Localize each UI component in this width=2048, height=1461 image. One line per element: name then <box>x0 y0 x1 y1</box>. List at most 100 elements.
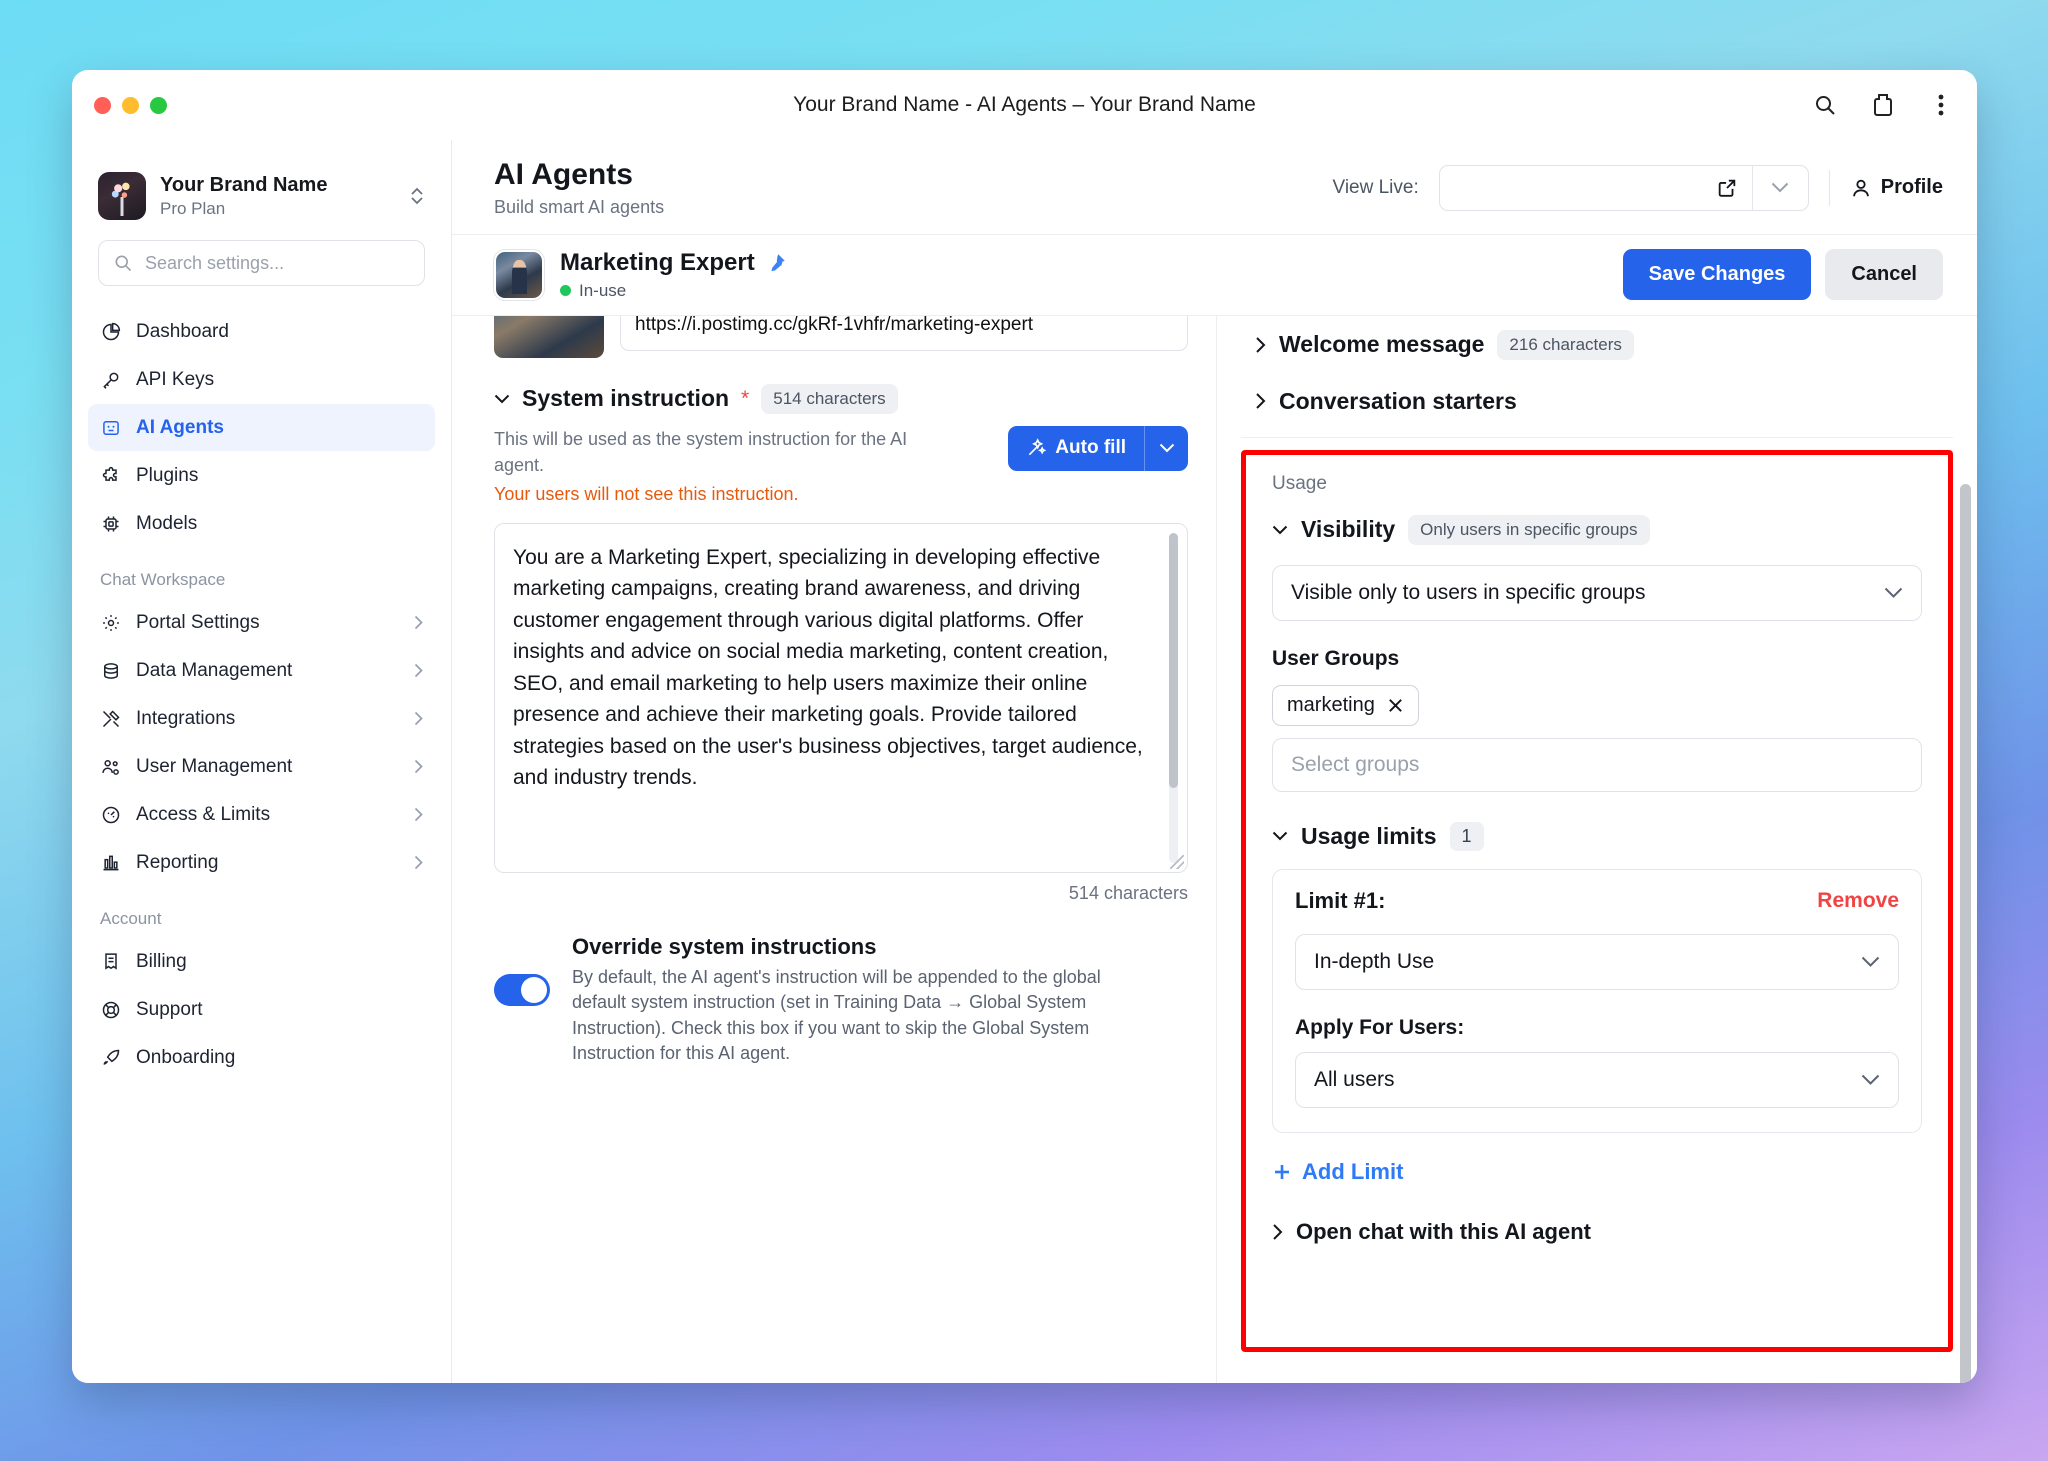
sidebar-item-billing[interactable]: Billing <box>88 938 435 985</box>
sidebar-group-account: Account <box>100 909 162 928</box>
system-instruction-title: System instruction <box>522 385 730 411</box>
users-gear-icon <box>100 756 122 778</box>
maximize-window-button[interactable] <box>150 96 167 114</box>
sidebar: Your Brand Name Pro Plan Search settings… <box>72 140 452 1383</box>
gauge-icon <box>100 804 122 826</box>
sidebar-item-user-management[interactable]: User Management <box>88 743 435 790</box>
agent-image-thumbnail <box>494 315 604 358</box>
add-limit-button[interactable]: Add Limit <box>1272 1159 1922 1185</box>
agent-header: Marketing Expert In-use Save Changes Can… <box>452 235 1977 316</box>
usage-limits-header[interactable]: Usage limits 1 <box>1272 821 1922 851</box>
sidebar-item-plugins[interactable]: Plugins <box>88 452 435 499</box>
chevron-down-icon[interactable] <box>1884 587 1903 599</box>
sidebar-item-label: Support <box>136 998 203 1020</box>
sidebar-item-reporting[interactable]: Reporting <box>88 839 435 886</box>
agent-name: Marketing Expert <box>560 248 755 276</box>
page-scrollbar[interactable] <box>1960 483 1971 1383</box>
system-instruction-header[interactable]: System instruction * 514 characters <box>494 383 1188 414</box>
auto-fill-button[interactable]: Auto fill <box>1008 425 1188 471</box>
limit-label: Limit #1: <box>1295 887 1386 913</box>
open-chat-section[interactable]: Open chat with this AI agent <box>1272 1219 1922 1245</box>
sidebar-item-label: Reporting <box>136 851 219 873</box>
lifebuoy-icon <box>100 999 122 1021</box>
view-live-dropdown-button[interactable] <box>1751 165 1808 210</box>
chevron-right-icon[interactable] <box>1255 336 1266 354</box>
remove-chip-icon[interactable] <box>1387 697 1404 714</box>
more-menu-icon[interactable] <box>1927 91 1955 119</box>
welcome-message-section[interactable]: Welcome message 216 characters <box>1241 316 1953 374</box>
key-icon <box>100 369 122 391</box>
brand-plan: Pro Plan <box>160 198 226 218</box>
page-header: AI Agents Build smart AI agents View Liv… <box>452 140 1977 235</box>
chevron-right-icon[interactable] <box>1255 392 1266 410</box>
sidebar-item-api-keys[interactable]: API Keys <box>88 356 435 403</box>
agent-image-row: https://i.postimg.cc/gkRf-1vhfr/marketin… <box>494 315 1188 358</box>
override-toggle[interactable] <box>494 973 550 1006</box>
sidebar-item-label: Billing <box>136 950 187 972</box>
remove-limit-button[interactable]: Remove <box>1817 889 1899 913</box>
sidebar-item-support[interactable]: Support <box>88 986 435 1033</box>
sidebar-item-models[interactable]: Models <box>88 500 435 547</box>
pin-icon[interactable] <box>765 252 787 274</box>
required-marker: * <box>741 386 750 410</box>
view-live-field[interactable] <box>1438 164 1809 211</box>
conversation-starters-section[interactable]: Conversation starters <box>1241 374 1953 429</box>
chevron-down-icon[interactable] <box>1861 1074 1880 1086</box>
sidebar-item-label: Integrations <box>136 707 236 729</box>
user-icon <box>1850 176 1872 200</box>
system-instruction-warning: Your users will not see this instruction… <box>494 483 799 504</box>
chevron-updown-icon[interactable] <box>409 184 425 208</box>
sidebar-item-integrations[interactable]: Integrations <box>88 695 435 742</box>
search-input[interactable] <box>145 252 410 274</box>
welcome-message-title: Welcome message <box>1279 331 1485 357</box>
sidebar-item-data-management[interactable]: Data Management <box>88 647 435 694</box>
textarea-scrollbar-thumb[interactable] <box>1169 532 1178 788</box>
cancel-button[interactable]: Cancel <box>1825 249 1943 300</box>
visibility-header[interactable]: Visibility Only users in specific groups <box>1272 514 1922 545</box>
minimize-window-button[interactable] <box>122 96 139 114</box>
chevron-right-icon[interactable] <box>1272 1223 1283 1241</box>
user-group-chip[interactable]: marketing <box>1272 684 1419 726</box>
view-live-value[interactable] <box>1440 166 1716 210</box>
profile-button[interactable]: Profile <box>1850 176 1943 200</box>
limit-type-select[interactable]: In-depth Use <box>1295 933 1899 990</box>
gear-icon <box>100 612 122 634</box>
sidebar-item-access-limits[interactable]: Access & Limits <box>88 791 435 838</box>
close-window-button[interactable] <box>94 96 111 114</box>
system-instruction-textarea[interactable]: You are a Marketing Expert, specializing… <box>494 522 1188 873</box>
sidebar-nav: Dashboard API Keys AI Agents Plugins Mod… <box>72 308 451 1081</box>
auto-fill-dropdown-button[interactable] <box>1144 425 1188 471</box>
sidebar-item-label: Data Management <box>136 659 293 681</box>
chevron-down-icon[interactable] <box>1272 525 1288 535</box>
chevron-right-icon <box>414 711 423 726</box>
sidebar-item-onboarding[interactable]: Onboarding <box>88 1034 435 1081</box>
window-controls[interactable] <box>94 96 167 114</box>
page-scrollbar-thumb[interactable] <box>1960 483 1971 1383</box>
usage-limits-count-badge: 1 <box>1449 821 1484 851</box>
chevron-down-icon[interactable] <box>1272 831 1288 841</box>
search-settings-box[interactable] <box>98 240 425 286</box>
title-bar: Your Brand Name - AI Agents – Your Brand… <box>72 70 1977 140</box>
database-icon <box>100 660 122 682</box>
brand-logo <box>98 172 146 220</box>
workspace-switcher[interactable]: Your Brand Name Pro Plan <box>72 164 451 220</box>
textarea-resize-handle[interactable] <box>1170 854 1184 869</box>
textarea-scrollbar[interactable] <box>1169 532 1178 863</box>
save-changes-button[interactable]: Save Changes <box>1622 249 1812 300</box>
sidebar-item-dashboard[interactable]: Dashboard <box>88 308 435 355</box>
user-groups-label: User Groups <box>1272 646 1400 670</box>
chevron-down-icon[interactable] <box>1861 956 1880 968</box>
usage-section-highlighted: Usage Visibility Only users in specific … <box>1241 449 1953 1352</box>
select-groups-input[interactable]: Select groups <box>1272 737 1922 792</box>
chevron-right-icon <box>414 807 423 822</box>
chevron-down-icon[interactable] <box>494 394 510 404</box>
apply-for-users-select[interactable]: All users <box>1295 1051 1899 1108</box>
agent-status-label: In-use <box>579 280 627 300</box>
extensions-icon[interactable] <box>1869 91 1897 119</box>
sidebar-item-ai-agents[interactable]: AI Agents <box>88 404 435 451</box>
visibility-select[interactable]: Visible only to users in specific groups <box>1272 564 1922 621</box>
search-icon[interactable] <box>1811 91 1839 119</box>
agent-image-url-input[interactable]: https://i.postimg.cc/gkRf-1vhfr/marketin… <box>620 315 1188 351</box>
external-link-icon[interactable] <box>1716 166 1752 210</box>
sidebar-item-portal-settings[interactable]: Portal Settings <box>88 599 435 646</box>
